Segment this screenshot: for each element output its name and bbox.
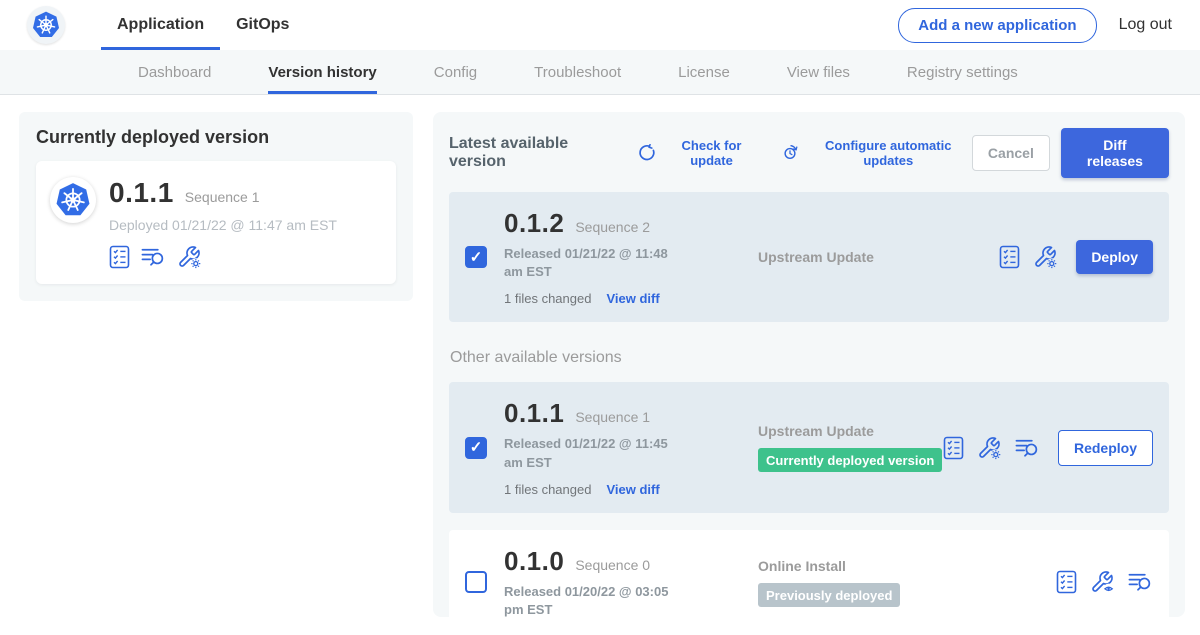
deploy-button[interactable]: Deploy [1076, 240, 1153, 274]
subtab-view-files[interactable]: View files [787, 50, 850, 94]
version-source: Upstream Update [716, 249, 999, 265]
topnav-right: Add a new application Log out [898, 8, 1200, 43]
app-level-tabs: Application GitOps [101, 0, 305, 50]
tab-gitops[interactable]: GitOps [220, 0, 305, 50]
version-source: Upstream Update Currently deployed versi… [716, 423, 943, 472]
released-timestamp: Released 01/21/22 @ 11:48 am EST [504, 245, 690, 281]
version-actions [1056, 570, 1153, 594]
other-versions-title: Other available versions [450, 349, 1169, 367]
add-new-application-button[interactable]: Add a new application [898, 8, 1096, 43]
view-config-icon[interactable] [1090, 570, 1115, 594]
top-nav: Application GitOps Add a new application… [0, 0, 1200, 50]
check-for-update-button[interactable]: Check for update [638, 138, 760, 168]
files-changed-label: 1 files changed [504, 291, 591, 306]
configure-automatic-updates-label: Configure automatic updates [805, 138, 972, 168]
preflight-checks-icon[interactable] [999, 245, 1020, 269]
version-checkbox[interactable] [465, 571, 487, 593]
logout-link[interactable]: Log out [1119, 16, 1172, 34]
preflight-checks-icon[interactable] [109, 245, 130, 269]
app-kubernetes-icon [50, 177, 96, 223]
subtab-config[interactable]: Config [434, 50, 477, 94]
version-number: 0.1.2 [504, 208, 564, 239]
version-info: 0.1.1 Sequence 1 Released 01/21/22 @ 11:… [504, 398, 716, 496]
version-history-panel: Latest available version Check for updat… [433, 112, 1185, 617]
view-diff-link[interactable]: View diff [606, 482, 659, 497]
version-sequence: Sequence 0 [575, 557, 650, 573]
configure-automatic-updates-button[interactable]: Configure automatic updates [781, 138, 972, 168]
version-info: 0.1.0 Sequence 0 Released 01/20/22 @ 03:… [504, 546, 716, 619]
version-actions: Deploy [999, 240, 1153, 274]
deployed-version-info: 0.1.1 Sequence 1 Deployed 01/21/22 @ 11:… [109, 177, 337, 269]
deployed-version-sequence: Sequence 1 [185, 189, 260, 205]
app-subnav: Dashboard Version history Config Trouble… [0, 50, 1200, 95]
version-checkbox[interactable] [465, 246, 487, 268]
deploy-logs-icon[interactable] [1128, 571, 1153, 593]
version-row-0-1-2: 0.1.2 Sequence 2 Released 01/21/22 @ 11:… [449, 192, 1169, 322]
diff-releases-button[interactable]: Diff releases [1061, 128, 1169, 178]
source-label: Online Install [758, 558, 1056, 574]
currently-deployed-badge: Currently deployed version [758, 448, 942, 472]
version-row-0-1-0: 0.1.0 Sequence 0 Released 01/20/22 @ 03:… [449, 530, 1169, 635]
currently-deployed-panel: Currently deployed version [19, 112, 413, 301]
subtab-dashboard[interactable]: Dashboard [138, 50, 211, 94]
edit-config-icon[interactable] [1033, 245, 1058, 269]
released-timestamp: Released 01/20/22 @ 03:05 pm EST [504, 583, 690, 619]
files-changed-label: 1 files changed [504, 482, 591, 497]
latest-version-title: Latest available version [449, 135, 618, 171]
version-source: Online Install Previously deployed [716, 558, 1056, 607]
view-diff-link[interactable]: View diff [606, 291, 659, 306]
version-number: 0.1.0 [504, 546, 564, 577]
latest-version-header: Latest available version Check for updat… [449, 128, 1169, 178]
version-actions: Redeploy [943, 430, 1153, 466]
redeploy-button[interactable]: Redeploy [1058, 430, 1153, 466]
tab-application[interactable]: Application [101, 0, 220, 50]
refresh-icon [638, 144, 656, 162]
released-timestamp: Released 01/21/22 @ 11:45 am EST [504, 435, 690, 471]
version-sequence: Sequence 2 [575, 219, 650, 235]
subtab-troubleshoot[interactable]: Troubleshoot [534, 50, 621, 94]
deployed-version-card: 0.1.1 Sequence 1 Deployed 01/21/22 @ 11:… [36, 161, 396, 284]
preflight-checks-icon[interactable] [943, 436, 964, 460]
kubernetes-logo-icon[interactable] [27, 6, 65, 44]
subtab-license[interactable]: License [678, 50, 730, 94]
edit-config-icon[interactable] [177, 245, 202, 269]
edit-config-icon[interactable] [977, 436, 1002, 460]
source-label: Upstream Update [758, 423, 943, 439]
deploy-logs-icon[interactable] [141, 246, 166, 268]
preflight-checks-icon[interactable] [1056, 570, 1077, 594]
version-row-0-1-1: 0.1.1 Sequence 1 Released 01/21/22 @ 11:… [449, 382, 1169, 512]
deployed-version-number: 0.1.1 [109, 177, 174, 209]
version-sequence: Sequence 1 [575, 409, 650, 425]
deployed-timestamp: Deployed 01/21/22 @ 11:47 am EST [109, 217, 337, 233]
version-checkbox[interactable] [465, 437, 487, 459]
deploy-logs-icon[interactable] [1015, 437, 1040, 459]
deployed-panel-title: Currently deployed version [36, 127, 396, 148]
version-number: 0.1.1 [504, 398, 564, 429]
deployed-actions [109, 245, 337, 269]
auto-update-clock-icon [781, 144, 799, 162]
version-info: 0.1.2 Sequence 2 Released 01/21/22 @ 11:… [504, 208, 716, 306]
source-label: Upstream Update [758, 249, 999, 265]
cancel-button[interactable]: Cancel [972, 135, 1050, 171]
check-for-update-label: Check for update [662, 138, 760, 168]
subtab-registry-settings[interactable]: Registry settings [907, 50, 1018, 94]
previously-deployed-badge: Previously deployed [758, 583, 900, 607]
kots-admin-console: Application GitOps Add a new application… [0, 0, 1200, 634]
subtab-version-history[interactable]: Version history [268, 50, 376, 94]
